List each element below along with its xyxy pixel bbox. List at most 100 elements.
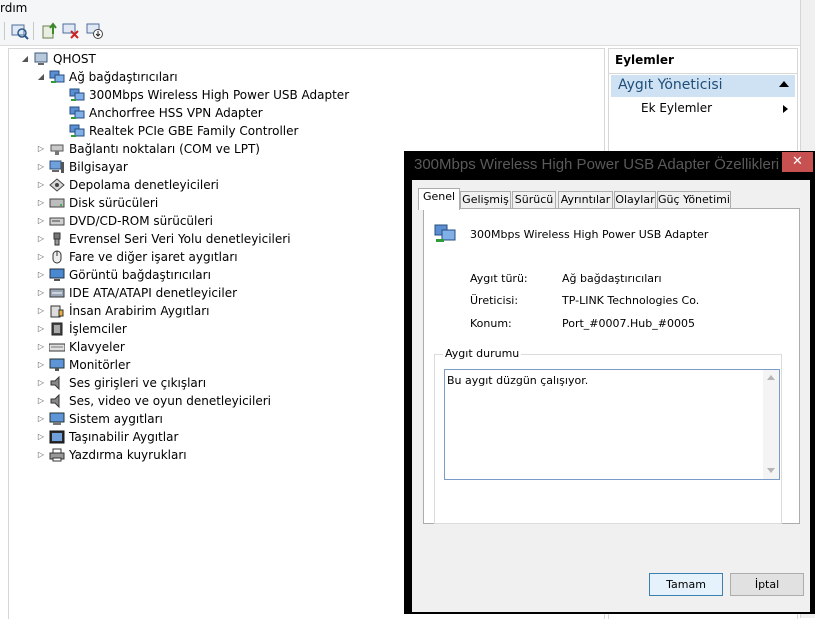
cancel-button[interactable]: İptal — [730, 573, 804, 596]
tree-item-label: Monitörler — [69, 358, 131, 372]
submenu-arrow-icon — [783, 105, 788, 113]
tree-item-label: Taşınabilir Aygıtlar — [69, 430, 179, 444]
hid-icon — [49, 304, 65, 318]
printer-icon — [49, 448, 65, 462]
keyboard-icon — [48, 340, 66, 354]
toolbar-separator — [33, 22, 34, 40]
network-adapter-icon — [69, 124, 85, 138]
expand-arrow-icon[interactable]: ▷ — [35, 194, 47, 212]
expand-arrow-icon[interactable]: ▷ — [35, 374, 47, 392]
expand-arrow-icon[interactable]: ▷ — [35, 392, 47, 410]
scan-hardware-icon[interactable] — [11, 22, 29, 40]
menu-item-fragment[interactable]: rdım — [0, 0, 27, 16]
dvd-drive-icon — [49, 214, 65, 228]
device-type-label: Aygıt türü: — [470, 272, 528, 285]
scroll-up-icon[interactable] — [767, 375, 775, 380]
expand-arrow-icon[interactable]: ▷ — [35, 284, 47, 302]
manufacturer-value: TP-LINK Technologies Co. — [562, 294, 700, 307]
tab-details[interactable]: Ayrıntılar — [558, 191, 613, 209]
expand-arrow-icon[interactable]: ▷ — [35, 446, 47, 464]
action-group-label: Aygıt Yöneticisi — [618, 77, 723, 93]
more-actions-item[interactable]: Ek Eylemler — [641, 101, 712, 115]
disable-device-icon[interactable] — [86, 22, 104, 40]
tree-item-label: İnsan Arabirim Aygıtları — [69, 304, 210, 318]
close-button[interactable]: ✕ — [782, 152, 813, 172]
location-label: Konum: — [470, 317, 512, 330]
dialog-title: 300Mbps Wireless High Power USB Adapter … — [414, 156, 780, 173]
toolbar — [0, 17, 800, 46]
update-driver-icon[interactable] — [41, 22, 59, 40]
tree-item-label: Görüntü bağdaştırıcıları — [69, 268, 211, 282]
processor-icon — [49, 322, 65, 336]
port-icon — [49, 142, 65, 156]
portable-device-icon — [49, 430, 65, 444]
collapse-arrow-icon[interactable]: ◢ — [19, 50, 31, 68]
speaker-icon — [49, 375, 65, 391]
expand-arrow-icon[interactable]: ▷ — [35, 230, 47, 248]
expand-arrow-icon[interactable]: ▷ — [35, 302, 47, 320]
usb-icon — [49, 232, 65, 246]
device-status-group-label: Aygıt durumu — [443, 347, 522, 360]
expand-arrow-icon[interactable]: ▷ — [35, 356, 47, 374]
tree-item-label: Fare ve diğer işaret aygıtları — [69, 250, 238, 264]
network-adapter-icon — [69, 88, 85, 102]
tree-item-label: Evrensel Seri Veri Yolu denetleyicileri — [69, 232, 291, 246]
expand-arrow-icon[interactable]: ▷ — [35, 428, 47, 446]
expand-arrow-icon[interactable]: ▷ — [35, 248, 47, 266]
expand-arrow-icon[interactable]: ▷ — [35, 158, 47, 176]
expand-arrow-icon[interactable]: ▷ — [35, 176, 47, 194]
tree-item-label: Realtek PCIe GBE Family Controller — [89, 124, 299, 138]
tree-root-label: QHOST — [53, 52, 96, 66]
tab-driver[interactable]: Sürücü — [512, 191, 556, 209]
properties-dialog: 300Mbps Wireless High Power USB Adapter … — [404, 151, 815, 614]
storage-controller-icon — [49, 178, 65, 192]
tab-events[interactable]: Olaylar — [614, 191, 656, 209]
device-status-textbox[interactable]: Bu aygıt düzgün çalışıyor. — [444, 369, 780, 480]
device-status-text: Bu aygıt düzgün çalışıyor. — [447, 374, 589, 387]
tab-power-management[interactable]: Güç Yönetimi — [657, 191, 731, 209]
expand-arrow-icon[interactable]: ▷ — [35, 212, 47, 230]
expand-arrow-icon[interactable]: ▷ — [35, 338, 47, 356]
expand-arrow-icon[interactable]: ▷ — [35, 320, 47, 338]
speaker-icon — [49, 393, 65, 409]
tree-item-label: Yazdırma kuyrukları — [69, 448, 187, 462]
system-device-icon — [49, 412, 65, 426]
tab-advanced[interactable]: Gelişmiş — [460, 191, 511, 209]
tree-item-label: 300Mbps Wireless High Power USB Adapter — [89, 88, 350, 102]
monitor-icon — [49, 358, 65, 372]
collapse-arrow-icon[interactable]: ◢ — [35, 68, 47, 86]
tree-item-label: Ses, video ve oyun denetleyicileri — [69, 394, 272, 408]
computer-icon — [49, 160, 65, 174]
tree-item-label: Bilgisayar — [69, 160, 128, 174]
ok-button[interactable]: Tamam — [649, 573, 723, 596]
status-scrollbar[interactable] — [763, 370, 779, 479]
expand-arrow-icon[interactable]: ▷ — [35, 410, 47, 428]
mouse-icon — [49, 250, 65, 264]
disk-drive-icon — [49, 196, 65, 210]
action-group-device-manager[interactable]: Aygıt Yöneticisi — [611, 75, 795, 97]
tree-item-label: İşlemciler — [69, 322, 127, 336]
toolbar-separator — [4, 22, 5, 40]
tree-item-label: Disk sürücüleri — [69, 196, 159, 210]
computer-icon — [33, 52, 49, 66]
collapse-triangle-icon[interactable] — [779, 81, 789, 87]
actions-header: Eylemler — [609, 49, 797, 74]
tree-item-label: DVD/CD-ROM sürücüleri — [69, 214, 214, 228]
network-adapter-icon — [49, 70, 65, 84]
device-type-value: Ağ bağdaştırıcıları — [562, 272, 662, 285]
general-tab-panel: 300Mbps Wireless High Power USB Adapter … — [423, 208, 800, 524]
ide-controller-icon — [49, 286, 65, 300]
network-adapter-icon — [69, 106, 85, 120]
tree-item-label: Bağlantı noktaları (COM ve LPT) — [69, 142, 260, 156]
expand-arrow-icon[interactable]: ▷ — [35, 266, 47, 284]
scroll-down-icon[interactable] — [767, 468, 775, 473]
actions-header-label: Eylemler — [615, 53, 674, 67]
device-name: 300Mbps Wireless High Power USB Adapter — [470, 228, 709, 241]
tab-general[interactable]: Genel — [418, 188, 460, 210]
location-value: Port_#0007.Hub_#0005 — [562, 317, 695, 330]
uninstall-device-icon[interactable] — [62, 22, 80, 40]
tree-item-label: Ağ bağdaştırıcıları — [69, 70, 178, 84]
tree-item-label: Depolama denetleyicileri — [69, 178, 219, 192]
display-adapter-icon — [49, 268, 65, 282]
expand-arrow-icon[interactable]: ▷ — [35, 140, 47, 158]
